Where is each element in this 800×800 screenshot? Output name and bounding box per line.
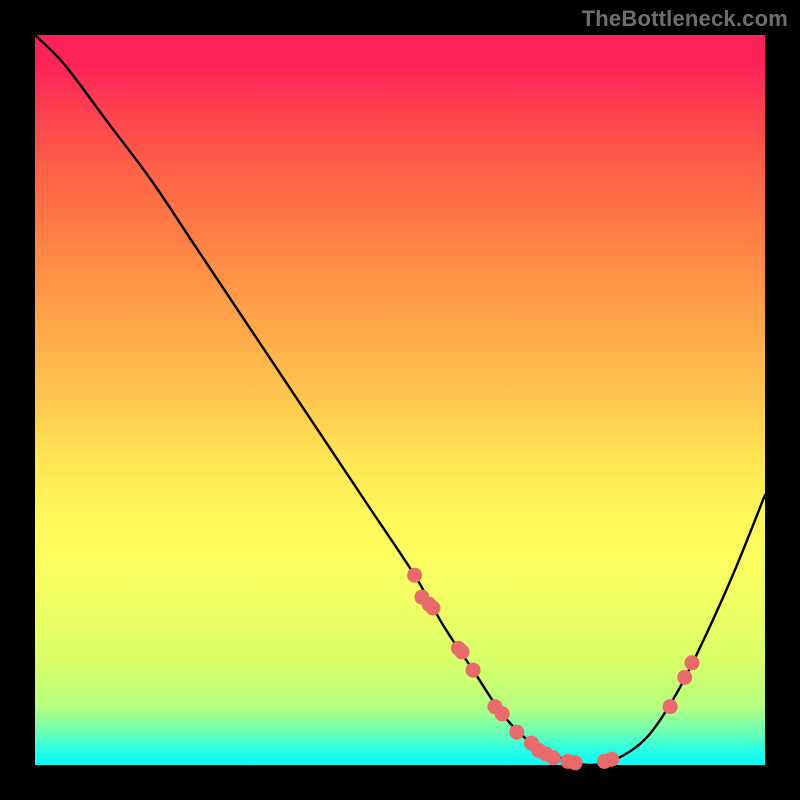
data-point [546, 750, 561, 765]
data-point [495, 706, 510, 721]
bottleneck-curve [35, 35, 765, 765]
curve-layer [35, 35, 765, 765]
data-point [663, 699, 678, 714]
data-point [509, 725, 524, 740]
plot-area [35, 35, 765, 765]
data-point [677, 670, 692, 685]
data-point [685, 655, 700, 670]
watermark-text: TheBottleneck.com [582, 6, 788, 32]
data-point [455, 644, 470, 659]
data-point [425, 601, 440, 616]
data-point [407, 568, 422, 583]
data-point [466, 663, 481, 678]
chart-container: { "watermark": "TheBottleneck.com", "col… [0, 0, 800, 800]
data-point [568, 755, 583, 770]
data-point [604, 752, 619, 767]
scatter-points [407, 568, 699, 771]
